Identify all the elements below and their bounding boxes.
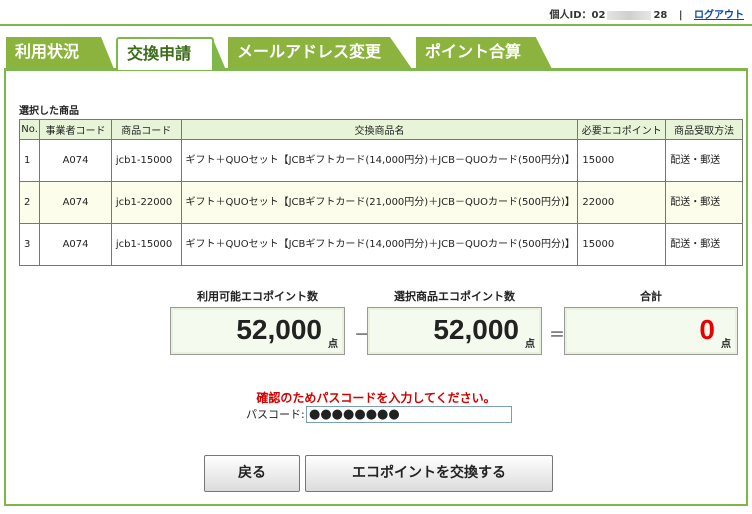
user-info: 個人ID：02 28 | ログアウト — [550, 6, 744, 21]
points-unit: 点 — [328, 339, 338, 350]
cell-delivery-method: 配送・郵送 — [665, 139, 743, 182]
points-unit: 点 — [525, 339, 535, 350]
cell-item-code: jcb1-15000 — [110, 139, 182, 182]
column-header-item-name: 交換商品名 — [180, 119, 579, 140]
logout-link[interactable]: ログアウト — [694, 10, 744, 21]
cell-item-name: ギフト＋QUOセット【JCBギフトカード(21,000円分)＋JCB－QUOカー… — [180, 181, 579, 224]
total-points-label: 合計 — [640, 290, 662, 303]
cell-vendor-code: A074 — [39, 139, 112, 182]
selected-items-title: 選択した商品 — [19, 106, 79, 117]
points-unit: 点 — [721, 339, 731, 350]
selected-points-box: 52,000 点 — [367, 307, 542, 355]
exchange-points-button[interactable]: エコポイントを交換する — [305, 455, 553, 492]
total-points-box: 0 点 — [564, 307, 738, 355]
cell-delivery-method: 配送・郵送 — [665, 223, 743, 266]
passcode-message: 確認のためパスコードを入力してください。 — [256, 391, 496, 405]
cell-no: 3 — [18, 223, 41, 266]
table-row: 1 A074 jcb1-15000 ギフト＋QUOセット【JCBギフトカード(1… — [18, 139, 743, 182]
tab-point-merge[interactable]: ポイント合算 — [416, 37, 552, 69]
user-id-suffix: 28 — [653, 10, 668, 21]
cell-item-code: jcb1-15000 — [110, 223, 182, 266]
column-header-item-code: 商品コード — [110, 119, 182, 140]
table-row: 3 A074 jcb1-15000 ギフト＋QUOセット【JCBギフトカード(1… — [18, 223, 743, 266]
passcode-label: パスコード: — [246, 408, 305, 421]
passcode-input[interactable]: ●●●●●●●● — [306, 406, 512, 423]
column-header-no: No. — [18, 119, 41, 140]
available-points-box: 52,000 点 — [170, 307, 345, 355]
header-separator: | — [678, 10, 683, 21]
back-button[interactable]: 戻る — [204, 455, 300, 492]
column-header-delivery-method: 商品受取方法 — [665, 119, 743, 140]
cell-vendor-code: A074 — [39, 181, 112, 224]
masked-user-id — [607, 10, 652, 20]
main-panel: 選択した商品 No. 事業者コード 商品コード 交換商品名 必要エコポイント 商… — [4, 68, 748, 506]
tab-exchange-request[interactable]: 交換申請 — [116, 37, 226, 70]
cell-required-points: 15000 — [577, 139, 667, 182]
tab-email-change[interactable]: メールアドレス変更 — [228, 37, 412, 69]
cell-item-code: jcb1-22000 — [110, 181, 182, 224]
user-id-label: 個人ID：02 — [549, 10, 606, 21]
cell-item-name: ギフト＋QUOセット【JCBギフトカード(14,000円分)＋JCB－QUOカー… — [180, 139, 579, 182]
available-points-label: 利用可能エコポイント数 — [197, 290, 318, 303]
available-points-value: 52,000 — [236, 314, 322, 345]
cell-no: 2 — [18, 181, 41, 224]
top-bar: 個人ID：02 28 | ログアウト — [0, 0, 752, 26]
cell-delivery-method: 配送・郵送 — [665, 181, 743, 224]
selected-items-table: No. 事業者コード 商品コード 交換商品名 必要エコポイント 商品受取方法 1… — [18, 119, 743, 266]
cell-required-points: 22000 — [577, 181, 667, 224]
equals-sign: ＝ — [549, 325, 566, 344]
tab-usage-status[interactable]: 利用状況 — [6, 37, 114, 69]
table-row: 2 A074 jcb1-22000 ギフト＋QUOセット【JCBギフトカード(2… — [18, 181, 743, 224]
table-header-row: No. 事業者コード 商品コード 交換商品名 必要エコポイント 商品受取方法 — [18, 119, 743, 140]
cell-vendor-code: A074 — [39, 223, 112, 266]
column-header-required-points: 必要エコポイント — [577, 119, 667, 140]
cell-item-name: ギフト＋QUOセット【JCBギフトカード(14,000円分)＋JCB－QUOカー… — [180, 223, 579, 266]
selected-points-label: 選択商品エコポイント数 — [394, 290, 515, 303]
cell-no: 1 — [18, 139, 41, 182]
total-points-value: 0 — [699, 314, 715, 345]
cell-required-points: 15000 — [577, 223, 667, 266]
tab-exchange-request-label: 交換申請 — [127, 44, 192, 63]
column-header-vendor-code: 事業者コード — [39, 119, 112, 140]
selected-points-value: 52,000 — [433, 314, 519, 345]
